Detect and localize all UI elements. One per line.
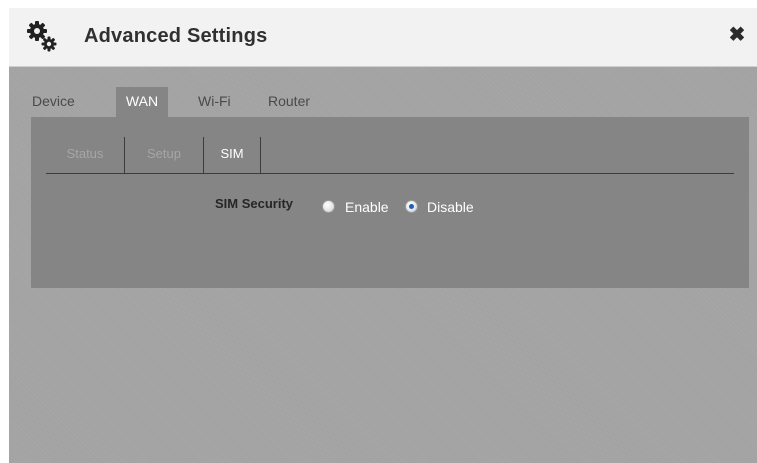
subtab-status[interactable]: Status (46, 137, 124, 173)
sub-tab-bar: Status Setup SIM (46, 137, 734, 174)
sim-security-label: SIM Security (215, 196, 294, 211)
close-icon[interactable]: ✖ (729, 24, 746, 46)
dialog-title: Advanced Settings (84, 25, 268, 47)
tab-device[interactable]: Device (32, 87, 86, 117)
subtab-divider (260, 137, 261, 173)
disable-radio-label[interactable]: Disable (427, 199, 474, 215)
enable-radio-label[interactable]: Enable (345, 199, 389, 215)
subtab-setup[interactable]: Setup (125, 137, 203, 173)
subtab-sim[interactable]: SIM (204, 137, 260, 173)
tab-wan[interactable]: WAN (116, 87, 168, 117)
close-button[interactable]: ✖ (727, 24, 747, 46)
dialog-titlebar: Advanced Settings ✖ (9, 8, 757, 67)
tab-router[interactable]: Router (268, 87, 328, 117)
enable-radio[interactable] (322, 200, 335, 213)
wan-panel: Status Setup SIM SIM Security Enable Dis… (31, 117, 749, 288)
gears-icon (27, 21, 57, 52)
disable-radio[interactable] (405, 200, 418, 213)
tab-wifi[interactable]: Wi-Fi (198, 87, 242, 117)
advanced-settings-dialog: Advanced Settings ✖ Device WAN Wi-Fi Rou… (9, 8, 757, 463)
